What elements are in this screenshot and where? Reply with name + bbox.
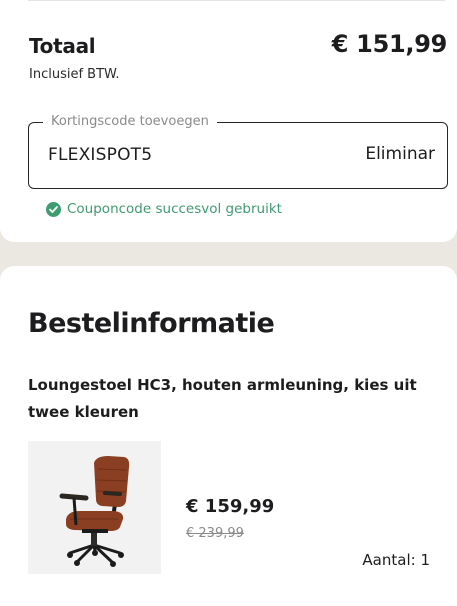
section-title: Bestelinformatie [28, 308, 275, 339]
office-chair-image [28, 441, 161, 574]
coupon-code-value[interactable]: FLEXISPOT5 [48, 145, 152, 165]
product-original-price: € 239,99 [186, 526, 244, 541]
product-image[interactable] [28, 441, 161, 574]
total-label: Totaal [29, 34, 96, 58]
coupon-code-label: Kortingscode toevoegen [43, 113, 217, 131]
vat-note: Inclusief BTW. [29, 67, 120, 82]
order-summary-card: Totaal € 151,99 Inclusief BTW. Kortingsc… [0, 0, 457, 242]
product-name[interactable]: Loungestoel HC3, houten armleuning, kies… [28, 372, 448, 426]
product-price: € 159,99 [186, 496, 275, 517]
check-circle-icon [46, 201, 61, 217]
coupon-success-message: Couponcode succesvol gebruikt [46, 201, 282, 217]
product-quantity: Aantal: 1 [362, 551, 430, 569]
total-value: € 151,99 [331, 30, 448, 58]
coupon-success-text: Couponcode succesvol gebruikt [67, 201, 282, 217]
coupon-code-field[interactable]: Kortingscode toevoegen FLEXISPOT5 Elimin… [28, 113, 448, 189]
divider [28, 0, 445, 1]
remove-coupon-button[interactable]: Eliminar [365, 144, 435, 164]
order-info-card: Bestelinformatie Loungestoel HC3, houten… [0, 266, 457, 606]
